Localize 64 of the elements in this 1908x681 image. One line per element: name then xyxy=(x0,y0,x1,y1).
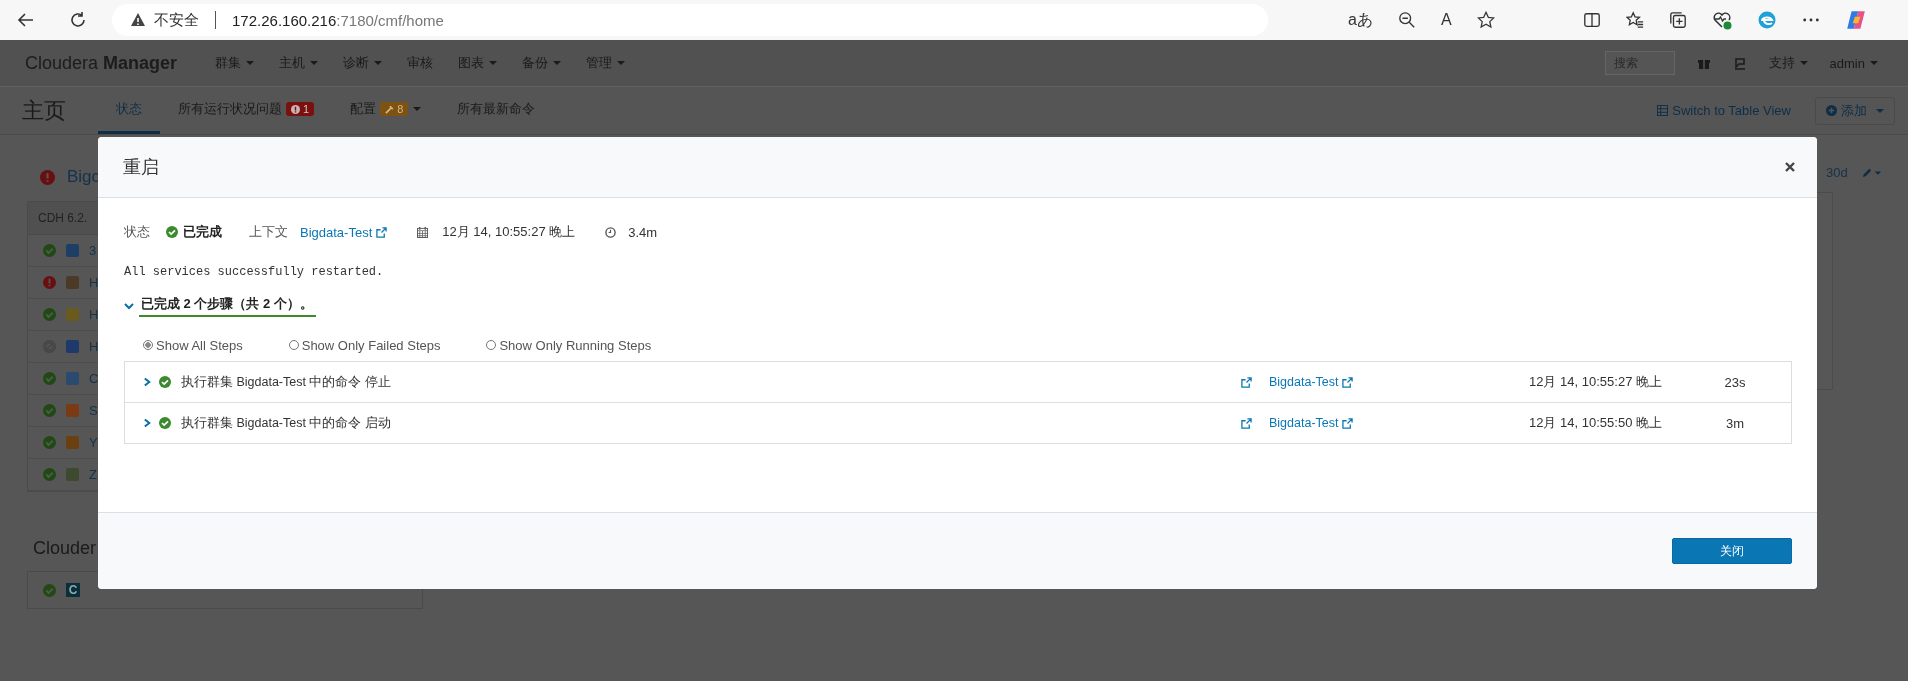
chevron-icon[interactable] xyxy=(124,301,134,311)
table-icon xyxy=(1657,105,1669,116)
step-duration: 23s xyxy=(1724,374,1747,390)
service-name[interactable]: H xyxy=(89,339,99,354)
more-icon[interactable] xyxy=(1801,17,1820,23)
duration: 3.4m xyxy=(628,224,658,240)
collections-icon[interactable] xyxy=(1668,11,1687,29)
service-name[interactable]: Y xyxy=(89,435,98,450)
section-title: Clouder xyxy=(32,538,98,559)
page-tab[interactable]: 状态 xyxy=(98,87,160,134)
refresh-icon[interactable] xyxy=(68,10,88,30)
expand-icon[interactable] xyxy=(143,418,152,428)
service-icon: C xyxy=(66,583,80,597)
table-view-link[interactable]: Switch to Table View xyxy=(1657,103,1791,118)
service-name[interactable]: H xyxy=(89,307,99,322)
step-filter-radio[interactable]: Show All Steps xyxy=(143,337,243,353)
service-name[interactable]: 3 xyxy=(89,243,97,258)
favorites-icon[interactable] xyxy=(1625,11,1644,29)
external-link-icon[interactable] xyxy=(1241,417,1252,429)
url-text: 172.26.160.216:7180/cmf/home xyxy=(232,11,444,29)
assistant-icon[interactable] xyxy=(1844,9,1867,31)
start-time: 12月 14, 10:55:27 晚上 xyxy=(442,223,576,241)
clock-icon xyxy=(605,226,617,238)
page-title: 主页 xyxy=(22,96,67,125)
service-name[interactable]: Z xyxy=(89,467,97,482)
step-time: 12月 14, 10:55:50 晚上 xyxy=(1529,414,1663,432)
issue-count-badge: 1 xyxy=(286,102,315,116)
cluster-title[interactable]: Bigc xyxy=(67,167,101,187)
close-icon[interactable] xyxy=(1785,162,1795,172)
health-icon[interactable] xyxy=(1711,10,1732,30)
address-bar[interactable]: 不安全 172.26.160.216:7180/cmf/home xyxy=(112,4,1268,36)
add-button[interactable]: 添加 xyxy=(1815,96,1895,125)
config-count-badge: 8 xyxy=(380,102,409,116)
read-aloud-button[interactable]: A xyxy=(1440,11,1452,29)
service-name[interactable]: H xyxy=(89,275,99,290)
service-name[interactable]: S xyxy=(89,403,98,418)
external-link-icon[interactable] xyxy=(1342,417,1354,429)
close-button[interactable]: 关闭 xyxy=(1672,538,1792,564)
calendar-icon xyxy=(417,226,429,238)
zoom-out-icon[interactable] xyxy=(1397,11,1416,29)
external-link-icon[interactable] xyxy=(376,226,388,238)
expand-icon[interactable] xyxy=(143,377,152,387)
dialog-title: 重启 xyxy=(123,156,159,179)
context-link[interactable]: Bigdata-Test xyxy=(1269,375,1339,389)
step-duration: 3m xyxy=(1725,415,1746,431)
browser-logo-icon[interactable] xyxy=(1756,10,1777,30)
steps-toggle[interactable]: 已完成 2 个步骤（共 2 个）。 xyxy=(124,295,316,317)
result-message: All services successfully restarted. xyxy=(124,265,385,279)
external-link-icon[interactable] xyxy=(1241,376,1252,388)
step-description: 执行群集 Bigdata-Test 中的命令 停止 xyxy=(181,373,391,391)
step-description: 执行群集 Bigdata-Test 中的命令 启动 xyxy=(181,414,391,432)
star-icon[interactable] xyxy=(1476,11,1495,29)
service-name[interactable]: C xyxy=(89,371,99,386)
time-range[interactable]: 30d xyxy=(1826,165,1848,180)
step-filter-radio[interactable]: Show Only Running Steps xyxy=(486,337,652,353)
external-link-icon[interactable] xyxy=(1342,376,1354,388)
plus-icon xyxy=(1826,105,1837,116)
split-screen-icon[interactable] xyxy=(1582,11,1601,29)
warning-icon xyxy=(130,12,146,28)
step-filter-radio[interactable]: Show Only Failed Steps xyxy=(288,337,441,353)
context-link[interactable]: Bigdata-Test xyxy=(1269,416,1339,430)
step-time: 12月 14, 10:55:27 晚上 xyxy=(1529,373,1663,391)
security-label: 不安全 xyxy=(154,10,199,30)
translate-button[interactable]: aあ xyxy=(1348,9,1373,31)
